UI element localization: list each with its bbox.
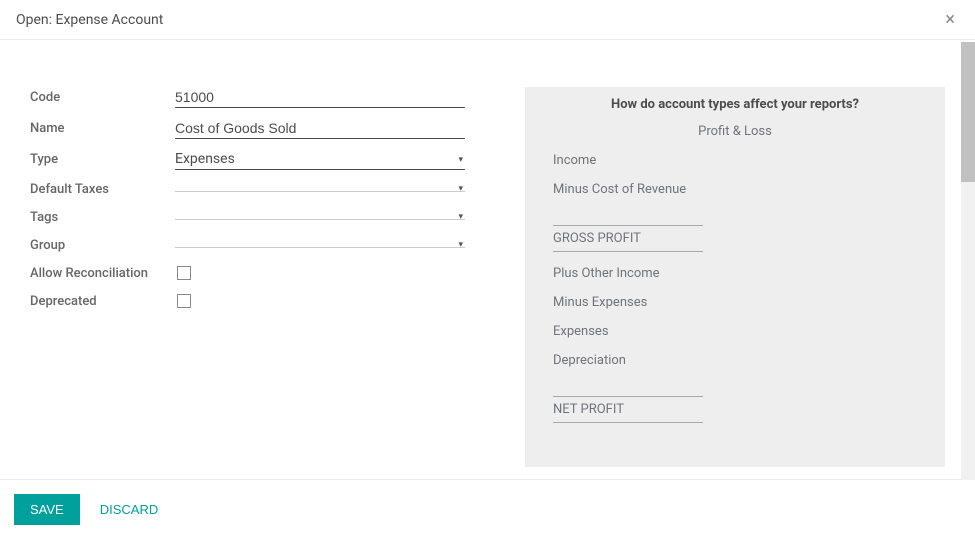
row-type: Type Expenses ▾ — [30, 149, 465, 170]
dialog-header: Open: Expense Account × — [0, 0, 975, 40]
scrollbar-track[interactable] — [961, 42, 975, 480]
group-select[interactable] — [175, 243, 465, 248]
info-title: How do account types affect your reports… — [545, 97, 925, 112]
row-default-taxes: Default Taxes ▾ — [30, 180, 465, 198]
deprecated-checkbox[interactable] — [177, 294, 191, 308]
info-depreciation: Depreciation — [545, 353, 925, 368]
label-tags: Tags — [30, 210, 175, 225]
label-allow-reconciliation: Allow Reconciliation — [30, 266, 175, 281]
label-group: Group — [30, 238, 175, 253]
content-row: Code Name Type Expenses ▾ — [30, 87, 945, 467]
discard-button[interactable]: DISCARD — [100, 502, 159, 517]
row-code: Code — [30, 87, 465, 108]
info-plus-other: Plus Other Income — [545, 266, 925, 281]
info-minus-expenses: Minus Expenses — [545, 295, 925, 310]
row-deprecated: Deprecated — [30, 292, 465, 310]
info-panel: How do account types affect your reports… — [525, 87, 945, 467]
info-net-profit: NET PROFIT — [553, 396, 703, 423]
type-select[interactable]: Expenses — [175, 149, 465, 170]
info-minus-cor: Minus Cost of Revenue — [545, 182, 925, 197]
default-taxes-select[interactable] — [175, 187, 465, 192]
dialog-footer: SAVE DISCARD — [0, 479, 975, 539]
label-deprecated: Deprecated — [30, 294, 175, 309]
save-button[interactable]: SAVE — [14, 494, 80, 525]
row-allow-reconciliation: Allow Reconciliation — [30, 264, 465, 282]
scrollbar-thumb[interactable] — [961, 42, 975, 182]
label-type: Type — [30, 152, 175, 167]
label-code: Code — [30, 90, 175, 105]
allow-reconciliation-checkbox[interactable] — [177, 266, 191, 280]
name-input[interactable] — [175, 118, 465, 139]
dialog-title: Open: Expense Account — [16, 12, 163, 28]
row-name: Name — [30, 118, 465, 139]
row-tags: Tags ▾ — [30, 208, 465, 226]
close-icon[interactable]: × — [941, 11, 959, 29]
label-default-taxes: Default Taxes — [30, 182, 175, 197]
tags-select[interactable] — [175, 215, 465, 220]
info-expenses: Expenses — [545, 324, 925, 339]
info-subtitle: Profit & Loss — [545, 124, 925, 139]
code-input[interactable] — [175, 87, 465, 108]
info-gross-profit: GROSS PROFIT — [553, 225, 703, 252]
form-section: Code Name Type Expenses ▾ — [30, 87, 465, 467]
info-income: Income — [545, 153, 925, 168]
dialog-body: Code Name Type Expenses ▾ — [0, 40, 975, 479]
row-group: Group ▾ — [30, 236, 465, 254]
expense-account-dialog: Open: Expense Account × Code Name — [0, 0, 975, 539]
label-name: Name — [30, 121, 175, 136]
